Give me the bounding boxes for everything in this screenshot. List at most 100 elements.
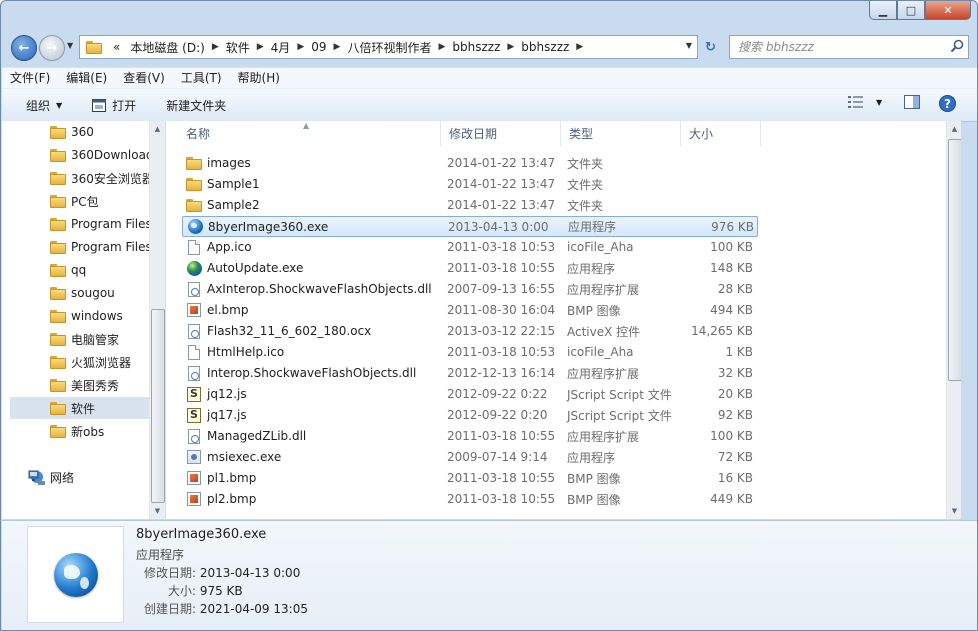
breadcrumb-item[interactable]: 09 bbox=[306, 36, 331, 58]
maximize-button[interactable]: □ bbox=[897, 1, 925, 20]
nav-item-label: windows bbox=[71, 309, 123, 323]
nav-item[interactable]: 360安全浏览器 bbox=[10, 167, 154, 189]
close-button[interactable]: ✕ bbox=[925, 1, 971, 20]
nav-item[interactable]: qq bbox=[10, 259, 150, 281]
forward-button[interactable]: → bbox=[39, 35, 65, 61]
file-row[interactable]: pl1.bmp 2011-03-18 10:55 BMP 图像 16 KB bbox=[182, 468, 756, 488]
breadcrumb-chevron-icon[interactable]: ▶ bbox=[574, 42, 585, 52]
file-row[interactable]: Interop.ShockwaveFlashObjects.dll 2012-12… bbox=[182, 363, 756, 383]
change-view-button[interactable]: ▼ bbox=[848, 95, 882, 109]
bmp-icon bbox=[187, 471, 201, 485]
file-row[interactable]: el.bmp 2011-08-30 16:04 BMP 图像 494 KB bbox=[182, 300, 756, 320]
exe-gear-icon bbox=[187, 450, 201, 464]
nav-item[interactable]: 美图秀秀 bbox=[10, 374, 150, 396]
menu-bar: 文件(F) 编辑(E) 查看(V) 工具(T) 帮助(H) bbox=[2, 67, 977, 88]
nav-item[interactable]: 火狐浏览器 bbox=[10, 351, 150, 373]
column-header-type[interactable]: 类型 bbox=[561, 121, 681, 147]
back-button[interactable]: ← bbox=[11, 35, 37, 61]
minimize-button[interactable]: ▁ bbox=[869, 1, 897, 20]
scroll-up-icon[interactable]: ▲ bbox=[947, 121, 961, 137]
nav-item-label: 360Download bbox=[71, 148, 154, 162]
breadcrumb-item[interactable]: 八倍环视制作者 bbox=[342, 36, 436, 58]
file-type: 应用程序扩展 bbox=[567, 429, 640, 444]
chevron-down-icon: ▼ bbox=[56, 100, 63, 110]
file-row[interactable]: pl2.bmp 2011-03-18 10:55 BMP 图像 449 KB bbox=[182, 489, 756, 509]
breadcrumb-chevron-icon[interactable]: ▶ bbox=[210, 42, 221, 52]
file-list-scrollbar[interactable]: ▲ ▼ bbox=[946, 121, 961, 519]
breadcrumb-item[interactable]: 软件 bbox=[221, 36, 255, 58]
scroll-thumb[interactable] bbox=[948, 139, 961, 381]
scroll-down-icon[interactable]: ▼ bbox=[150, 503, 165, 519]
menu-tools[interactable]: 工具(T) bbox=[173, 68, 230, 88]
nav-item[interactable]: PC包 bbox=[10, 190, 150, 212]
dll-icon bbox=[188, 281, 200, 297]
breadcrumb-chevron-icon[interactable]: ▶ bbox=[255, 42, 266, 52]
file-row[interactable]: HtmlHelp.ico 2011-03-18 10:53 icoFile_Aha 1… bbox=[182, 342, 756, 362]
file-icon-wrap bbox=[186, 449, 202, 465]
scroll-down-icon[interactable]: ▼ bbox=[947, 503, 961, 519]
file-row[interactable]: ManagedZLib.dll 2011-03-18 10:55 应用程序扩展 100… bbox=[182, 426, 756, 446]
nav-item[interactable]: 360 bbox=[10, 121, 150, 143]
file-row[interactable]: AxInterop.ShockwaveFlashObjects.dll 2007-… bbox=[182, 279, 756, 299]
help-button[interactable]: ? bbox=[939, 95, 956, 112]
file-size: 100 KB bbox=[710, 240, 753, 254]
file-size: 976 KB bbox=[711, 219, 754, 234]
file-row[interactable]: msiexec.exe 2009-07-14 9:14 应用程序 72 KB bbox=[182, 447, 756, 467]
file-row[interactable]: Sample2 2014-01-22 13:47 文件夹 bbox=[182, 195, 756, 215]
column-header-size[interactable]: 大小 bbox=[681, 121, 761, 147]
breadcrumb-item[interactable]: bbhszzz bbox=[447, 36, 505, 58]
open-button[interactable]: 打开 bbox=[74, 89, 148, 121]
scroll-thumb[interactable] bbox=[151, 309, 165, 503]
address-history-icon[interactable]: ▼ bbox=[686, 41, 692, 50]
recent-pages-button[interactable]: ▼ bbox=[67, 41, 73, 50]
preview-pane-button[interactable] bbox=[904, 95, 920, 109]
column-header-name[interactable]: 名称 ▲ bbox=[166, 121, 441, 147]
breadcrumb-item[interactable]: 4月 bbox=[266, 36, 296, 58]
column-header-date[interactable]: 修改日期 bbox=[441, 121, 561, 147]
address-bar[interactable]: « 本地磁盘 (D:) ▶ 软件 ▶ 4月 ▶ 09 ▶ 八倍环视制作者 ▶ b… bbox=[79, 35, 698, 59]
breadcrumb-item[interactable]: 本地磁盘 (D:) bbox=[125, 36, 209, 58]
organize-button[interactable]: 组织 ▼ bbox=[2, 89, 74, 121]
nav-item[interactable]: Program Files bbox=[10, 236, 152, 258]
new-folder-button[interactable]: 新建文件夹 bbox=[148, 89, 238, 121]
menu-file[interactable]: 文件(F) bbox=[2, 68, 58, 88]
scroll-up-icon[interactable]: ▲ bbox=[150, 121, 165, 137]
file-row-selected[interactable]: 8byerImage360.exe 2013-04-13 0:00 应用程序 976 … bbox=[182, 216, 758, 237]
detail-value[interactable]: 2013-04-13 0:00 bbox=[200, 566, 301, 580]
file-row[interactable]: Flash32_11_6_602_180.ocx 2013-03-12 22:15… bbox=[182, 321, 756, 341]
breadcrumb-chevron-icon[interactable]: ▶ bbox=[505, 42, 516, 52]
file-row[interactable]: images 2014-01-22 13:47 文件夹 bbox=[182, 153, 756, 173]
detail-value[interactable]: 2021-04-09 13:05 bbox=[200, 602, 308, 616]
file-row[interactable]: AutoUpdate.exe 2011-03-18 10:55 应用程序 148 KB bbox=[182, 258, 756, 278]
menu-view[interactable]: 查看(V) bbox=[115, 68, 173, 88]
nav-scrollbar[interactable]: ▲ ▼ bbox=[149, 121, 165, 519]
breadcrumb-chevron-icon[interactable]: ▶ bbox=[436, 42, 447, 52]
menu-help[interactable]: 帮助(H) bbox=[230, 68, 288, 88]
file-row[interactable]: App.ico 2011-03-18 10:53 icoFile_Aha 100 KB bbox=[182, 237, 756, 257]
breadcrumb-chevron-icon[interactable]: ▶ bbox=[332, 42, 343, 52]
file-row[interactable]: jq17.js 2012-09-22 0:20 JScript Script 文件 9… bbox=[182, 405, 756, 425]
breadcrumb-item[interactable]: bbhszzz bbox=[516, 36, 574, 58]
nav-item[interactable]: 360Download bbox=[10, 144, 154, 166]
nav-item[interactable]: 新obs bbox=[10, 420, 150, 442]
file-row[interactable]: Sample1 2014-01-22 13:47 文件夹 bbox=[182, 174, 756, 194]
folder-icon bbox=[186, 177, 202, 191]
nav-item-network[interactable]: 网络 bbox=[28, 469, 74, 486]
nav-item[interactable]: Program Files bbox=[10, 213, 152, 235]
refresh-button[interactable]: ↻ bbox=[698, 35, 723, 59]
doc-icon bbox=[188, 344, 200, 360]
breadcrumb-chevron-icon[interactable]: ▶ bbox=[295, 42, 306, 52]
caption-buttons: ▁ □ ✕ bbox=[869, 1, 971, 20]
search-icon[interactable] bbox=[950, 39, 964, 53]
breadcrumb-overflow[interactable]: « bbox=[108, 36, 125, 58]
file-row[interactable]: jq12.js 2012-09-22 0:22 JScript Script 文件 2… bbox=[182, 384, 756, 404]
nav-item-selected[interactable]: 软件 bbox=[10, 397, 152, 419]
nav-item[interactable]: windows bbox=[10, 305, 150, 327]
file-size: 1 KB bbox=[725, 345, 753, 359]
nav-item[interactable]: sougou bbox=[10, 282, 150, 304]
menu-edit[interactable]: 编辑(E) bbox=[58, 68, 115, 88]
nav-item[interactable]: 电脑管家 bbox=[10, 328, 150, 350]
search-input[interactable] bbox=[736, 39, 945, 55]
file-icon-wrap bbox=[186, 428, 202, 444]
file-icon-wrap bbox=[186, 176, 202, 192]
